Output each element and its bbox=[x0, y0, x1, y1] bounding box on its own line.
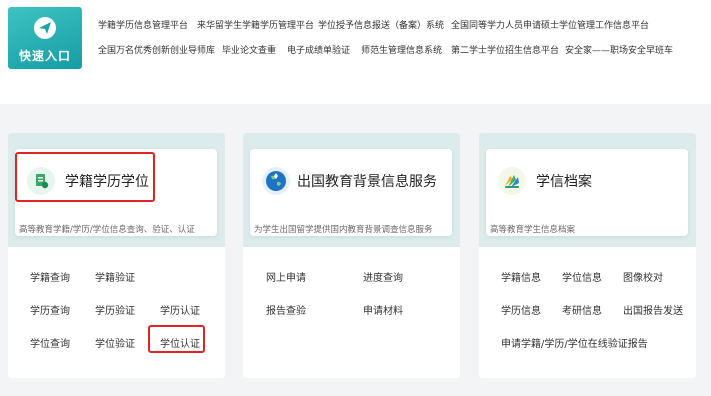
card-xuexin-dangan: 学信档案 高等教育学生信息档案 学籍信息 学位信息 图像校对 学历信息 考研信息… bbox=[479, 133, 696, 378]
card-title-panel[interactable]: 出国教育背景信息服务 为学生出国留学提供国内教育背景调查信息服务 bbox=[250, 149, 452, 236]
link-wangshang-shenqing[interactable]: 网上申请 bbox=[266, 269, 306, 284]
link-xuewei-xinxi[interactable]: 学位信息 bbox=[562, 269, 602, 284]
link-xueji-chaxun[interactable]: 学籍查询 bbox=[30, 269, 70, 284]
card-title: 学信档案 bbox=[536, 174, 592, 190]
quick-link[interactable]: 全国同等学力人员申请硕士学位管理工作信息平台 bbox=[451, 18, 649, 31]
quick-link[interactable]: 师范生管理信息系统 bbox=[361, 43, 442, 56]
quick-link[interactable]: 安全家——职场安全早班车 bbox=[565, 43, 673, 56]
link-xueli-xinxi[interactable]: 学历信息 bbox=[501, 302, 541, 317]
quick-link[interactable]: 第二学士学位招生信息平台 bbox=[451, 43, 559, 56]
quick-link[interactable]: 学籍学历信息管理平台 bbox=[98, 18, 188, 31]
quick-link[interactable]: 学位授予信息报送（备案）系统 bbox=[318, 18, 444, 31]
card-title: 出国教育背景信息服务 bbox=[297, 174, 437, 190]
link-xueli-yanzheng[interactable]: 学历验证 bbox=[95, 302, 135, 317]
card-title-panel[interactable]: 学信档案 高等教育学生信息档案 bbox=[486, 149, 688, 236]
quick-entry-tile: 快速入口 bbox=[8, 7, 82, 69]
card-description: 高等教育学生信息档案 bbox=[490, 225, 576, 235]
quick-entry-bar: 快速入口 学籍学历信息管理平台 来华留学生学籍学历管理平台 学位授予信息报送（备… bbox=[0, 0, 711, 104]
card-chuguo-jiaoyu-beijing: 出国教育背景信息服务 为学生出国留学提供国内教育背景调查信息服务 网上申请 进度… bbox=[243, 133, 460, 378]
link-tuxiang-jiaodui[interactable]: 图像校对 bbox=[623, 269, 663, 284]
link-chuguo-baogao-fasong[interactable]: 出国报告发送 bbox=[623, 302, 683, 317]
archive-icon bbox=[498, 167, 526, 195]
quick-link[interactable]: 全国万名优秀创新创业导师库 bbox=[98, 43, 215, 56]
link-baogao-chayan[interactable]: 报告查验 bbox=[266, 302, 306, 317]
link-xueli-renzheng[interactable]: 学历认证 bbox=[160, 302, 200, 317]
send-icon bbox=[34, 17, 56, 39]
link-kaoyan-xinxi[interactable]: 考研信息 bbox=[562, 302, 602, 317]
link-jindu-chaxun[interactable]: 进度查询 bbox=[363, 269, 403, 284]
link-shenqing-cailiao[interactable]: 申请材料 bbox=[363, 302, 403, 317]
link-xuewei-chaxun[interactable]: 学位查询 bbox=[30, 335, 70, 350]
card-description: 高等教育学籍/学历/学位信息查询、验证、认证 bbox=[19, 225, 195, 235]
link-xueji-xinxi[interactable]: 学籍信息 bbox=[501, 269, 541, 284]
globe-icon bbox=[262, 167, 290, 195]
quick-link[interactable]: 毕业论文查重 bbox=[222, 43, 276, 56]
quick-entry-label: 快速入口 bbox=[18, 49, 71, 63]
link-online-verification-report[interactable]: 申请学籍/学历/学位在线验证报告 bbox=[501, 335, 648, 350]
card-description: 为学生出国留学提供国内教育背景调查信息服务 bbox=[254, 225, 433, 235]
highlight-box bbox=[15, 152, 155, 202]
link-xuewei-yanzheng[interactable]: 学位验证 bbox=[95, 335, 135, 350]
link-xueji-yanzheng[interactable]: 学籍验证 bbox=[95, 269, 135, 284]
quick-link[interactable]: 来华留学生学籍学历管理平台 bbox=[197, 18, 314, 31]
quick-link[interactable]: 电子成绩单验证 bbox=[287, 43, 350, 56]
link-xueli-chaxun[interactable]: 学历查询 bbox=[30, 302, 70, 317]
highlight-box bbox=[148, 325, 205, 353]
